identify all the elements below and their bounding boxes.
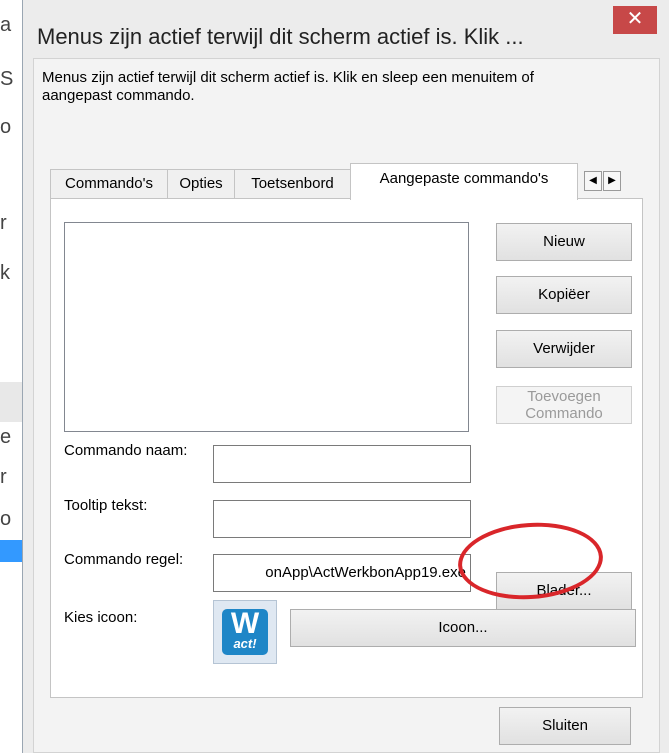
tab-scroll-left-button[interactable]: ◀ (584, 171, 602, 191)
verwijder-button[interactable]: Verwijder (496, 330, 632, 368)
icoon-button[interactable]: Icoon... (290, 609, 636, 647)
icon-preview: W act! (213, 600, 277, 664)
tab-scroll-right-button[interactable]: ▶ (603, 171, 621, 191)
button-label: Kopiëer (538, 286, 590, 303)
button-label: Sluiten (542, 717, 588, 734)
background-selection (0, 540, 22, 562)
background-text: r (0, 466, 7, 488)
tab-toetsenbord[interactable]: Toetsenbord (234, 169, 351, 199)
intro-text: Menus zijn actief terwijl dit scherm act… (42, 69, 534, 104)
background-text: a (0, 14, 12, 36)
close-button[interactable]: ✕ (613, 6, 657, 34)
tab-label: Aangepaste commando's (379, 170, 549, 187)
tooltip-tekst-label: Tooltip tekst: (64, 497, 148, 514)
kies-icoon-label: Kies icoon: (64, 609, 138, 626)
button-label: Verwijder (533, 340, 595, 357)
close-icon: ✕ (626, 8, 644, 30)
customize-dialog: Menus zijn actief terwijl dit scherm act… (22, 0, 669, 753)
tab-aangepaste-commandos[interactable]: Aangepaste commando's (350, 163, 578, 200)
field-value: onApp\ActWerkbonApp19.exe (265, 564, 466, 581)
button-label: Nieuw (543, 233, 585, 250)
button-label: Toevoegen Commando (525, 388, 603, 422)
tab-label: Toetsenbord (251, 175, 334, 192)
nieuw-button[interactable]: Nieuw (496, 223, 632, 261)
background-text: r (0, 212, 7, 234)
background-text: e (0, 426, 12, 448)
act-app-icon: W act! (222, 609, 268, 655)
commando-regel-label: Commando regel: (64, 551, 184, 568)
dialog-title: Menus zijn actief terwijl dit scherm act… (37, 24, 524, 49)
commando-naam-input[interactable] (213, 445, 471, 483)
commando-regel-input[interactable]: onApp\ActWerkbonApp19.exe (213, 554, 471, 592)
arrow-right-icon: ▶ (608, 175, 616, 186)
background-text: k (0, 262, 10, 284)
dialog-body: Menus zijn actief terwijl dit scherm act… (33, 58, 660, 753)
button-label: Icoon... (438, 619, 488, 636)
toevoegen-commando-button[interactable]: Toevoegen Commando (496, 386, 632, 424)
background-panel (0, 382, 22, 422)
kopieer-button[interactable]: Kopiëer (496, 276, 632, 314)
sluiten-button[interactable]: Sluiten (499, 707, 631, 745)
commando-naam-label: Commando naam: (64, 442, 188, 459)
tab-opties[interactable]: Opties (167, 169, 235, 199)
tab-commandos[interactable]: Commando's (50, 169, 168, 199)
title-bar[interactable]: Menus zijn actief terwijl dit scherm act… (23, 0, 669, 58)
icon-letter: W (230, 607, 260, 640)
background-text: S (0, 68, 14, 90)
background-window-fragment: a S o r k e r o (0, 0, 22, 753)
commands-listbox[interactable] (64, 222, 469, 432)
tab-label: Opties (179, 175, 223, 192)
icon-text: act! (233, 636, 257, 651)
tooltip-tekst-input[interactable] (213, 500, 471, 538)
tab-label: Commando's (65, 175, 153, 192)
arrow-left-icon: ◀ (589, 175, 597, 186)
background-text: o (0, 508, 12, 530)
background-text: o (0, 116, 12, 138)
tab-panel-custom-commands: Nieuw Kopiëer Verwijder Toevoegen Comman… (50, 198, 643, 698)
